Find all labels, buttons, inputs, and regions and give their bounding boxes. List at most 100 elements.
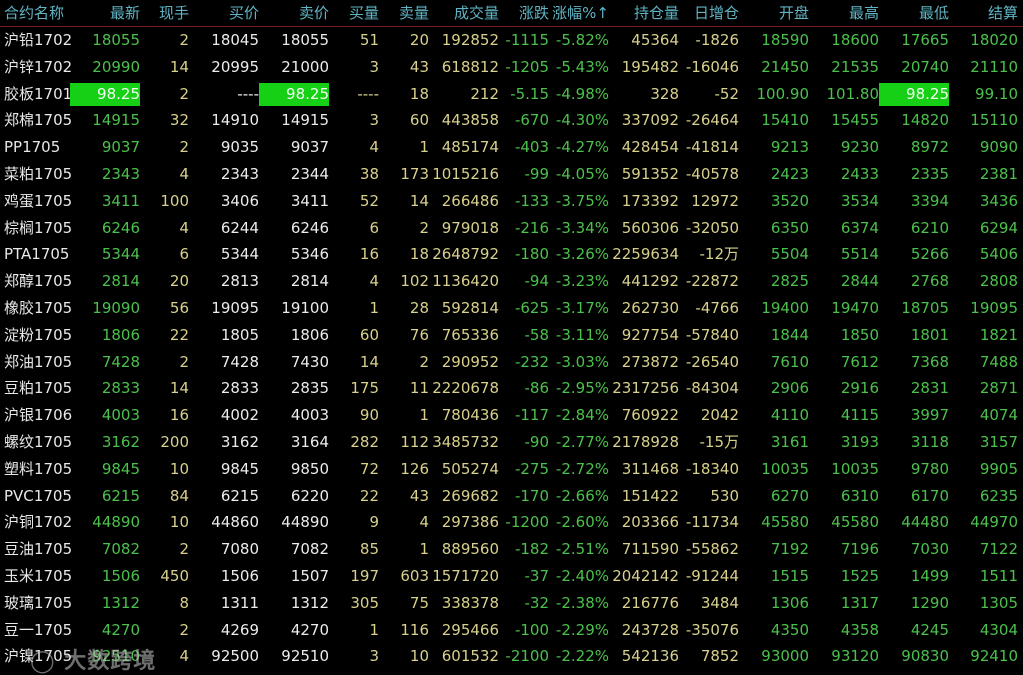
cell-low: 20740	[901, 57, 949, 76]
cell-ask-volume: 1	[419, 406, 429, 425]
cell-daily-oi-change: 7852	[700, 647, 739, 666]
cell-open-interest: 203366	[621, 513, 679, 532]
cell-ask-price: 9850	[290, 459, 329, 478]
table-row[interactable]: PTA1705 5344 6 5344 5346 16 18 2648792 -180 -3.26…	[0, 241, 1023, 268]
table-row[interactable]: 淀粉1705 1806 22 1805 1806 60 76 765336 -58 -3.11% 9…	[0, 322, 1023, 349]
cell-change-percent: -2.29%	[555, 620, 609, 639]
cell-daily-oi-change: 3484	[700, 593, 739, 612]
cell-bid-price: 1805	[220, 325, 259, 344]
cell-settlement: 1511	[979, 567, 1018, 585]
table-row[interactable]: 菜粕1705 2343 4 2343 2344 38 173 1015216 -99 -4.05%…	[0, 161, 1023, 188]
header-open[interactable]: 开盘	[739, 0, 809, 27]
cell-settlement: 9090	[979, 138, 1018, 157]
cell-current-volume: 6	[179, 245, 189, 264]
table-row[interactable]: 塑料1705 9845 10 9845 9850 72 126 505274 -275 -2.72…	[0, 456, 1023, 483]
header-volume[interactable]: 成交量	[429, 0, 499, 27]
cell-current-volume: 10	[169, 459, 189, 478]
table-row[interactable]: 鸡蛋1705 3411 100 3406 3411 52 14 266486 -133 -3.75…	[0, 188, 1023, 215]
header-contract-name[interactable]: 合约名称	[4, 0, 64, 27]
cell-ask-price: 6220	[290, 486, 329, 505]
cell-low: 90830	[901, 647, 949, 666]
table-row[interactable]: PVC1705 6215 84 6215 6220 22 43 269682 -170 -2.66…	[0, 483, 1023, 510]
cell-low: 18705	[901, 299, 949, 317]
cell-bid-volume: 6	[369, 218, 379, 237]
cell-settlement: 7122	[979, 540, 1018, 559]
header-high[interactable]: 最高	[809, 0, 879, 27]
cell-bid-price: 5344	[220, 245, 259, 264]
cell-change: -180	[514, 245, 549, 264]
table-row[interactable]: 胶板1701 98.25 2 ---- 98.25 ---- 18 212 -5.15 -4.98…	[0, 81, 1023, 108]
cell-ask-volume: 2	[419, 218, 429, 237]
table-row[interactable]: 郑醇1705 2814 20 2813 2814 4 102 1136420 -94 -3.23%…	[0, 268, 1023, 295]
cell-open-interest: 711590	[621, 540, 679, 559]
table-row[interactable]: 沪铜1702 44890 10 44860 44890 9 4 297386 -1200 -2.6…	[0, 509, 1023, 536]
cell-bid-volume: 1	[369, 620, 379, 639]
table-row[interactable]: PP1705 9037 2 9035 9037 4 1 485174 -403 -4.27% 428…	[0, 134, 1023, 161]
cell-ask-volume: 76	[409, 325, 429, 344]
cell-ask-price: 44890	[281, 513, 329, 532]
cell-change: -216	[514, 218, 549, 237]
table-row[interactable]: 豆一1705 4270 2 4269 4270 1 116 295466 -100 -2.29% 2…	[0, 617, 1023, 644]
table-row[interactable]: 棕榈1705 6246 4 6244 6246 6 2 979018 -216 -3.34% 560…	[0, 215, 1023, 242]
cell-daily-oi-change: 2042	[700, 406, 739, 425]
table-row[interactable]: 玉米1705 1506 450 1506 1507 197 603 1571720 -37 -2.…	[0, 563, 1023, 590]
header-bid-volume[interactable]: 买量	[334, 0, 379, 27]
cell-low: 4245	[910, 620, 949, 639]
cell-high: 7612	[840, 352, 879, 371]
cell-open: 5504	[770, 245, 809, 264]
cell-high: 15455	[831, 111, 879, 130]
table-row[interactable]: 豆粕1705 2833 14 2833 2835 175 11 2220678 -86 -2.95…	[0, 375, 1023, 402]
cell-bid-price: ----	[237, 84, 259, 103]
cell-bid-volume: 282	[350, 433, 379, 451]
header-change[interactable]: 涨跌	[499, 0, 549, 27]
header-ask-volume[interactable]: 卖量	[384, 0, 429, 27]
cell-change-percent: -4.05%	[555, 165, 609, 183]
header-change-percent[interactable]: 涨幅%↑	[549, 0, 609, 27]
header-current-volume[interactable]: 现手	[144, 0, 189, 27]
cell-open: 9213	[770, 138, 809, 157]
cell-volume: 1015216	[432, 165, 499, 183]
cell-ask-price: 1312	[290, 593, 329, 612]
cell-ask-volume: 112	[400, 433, 429, 451]
cell-change-percent: -5.82%	[555, 31, 609, 49]
cell-last-price: 4270	[101, 620, 140, 639]
cell-last-price: 9037	[101, 138, 140, 157]
cell-change-percent: -3.17%	[555, 299, 609, 317]
table-row[interactable]: 橡胶1705 19090 56 19095 19100 1 28 592814 -625 -3.1…	[0, 295, 1023, 322]
cell-ask-volume: 43	[409, 57, 429, 76]
cell-high: 4115	[840, 406, 879, 425]
table-row[interactable]: 豆油1705 7082 2 7080 7082 85 1 889560 -182 -2.51% 71…	[0, 536, 1023, 563]
cell-open-interest: 542136	[621, 647, 679, 666]
cell-change-percent: -3.11%	[555, 325, 609, 344]
header-daily-oi-change[interactable]: 日增仓	[677, 0, 739, 27]
header-ask-price[interactable]: 卖价	[259, 0, 329, 27]
cell-daily-oi-change: -1826	[695, 31, 739, 49]
cell-settlement: 21110	[970, 57, 1018, 76]
table-row[interactable]: 沪锌1702 20990 14 20995 21000 3 43 618812 -1205 -5.…	[0, 54, 1023, 81]
header-open-interest[interactable]: 持仓量	[609, 0, 679, 27]
header-settlement[interactable]: 结算	[948, 0, 1018, 27]
cell-last-price: 7428	[101, 352, 140, 371]
cell-ask-volume: 10	[409, 647, 429, 666]
table-row[interactable]: 郑油1705 7428 2 7428 7430 14 2 290952 -232 -3.03% 27…	[0, 349, 1023, 376]
cell-settlement: 2381	[979, 165, 1018, 183]
table-row[interactable]: 玻璃1705 1312 8 1311 1312 305 75 338378 -32 -2.38% 2…	[0, 590, 1023, 617]
cell-last-price: 2814	[101, 272, 140, 291]
cell-change: -232	[514, 352, 549, 371]
table-row[interactable]: 沪铅1702 18055 2 18045 18055 51 20 192852 -1115 -5.…	[0, 27, 1023, 54]
cell-open-interest: 216776	[621, 593, 679, 612]
header-low[interactable]: 最低	[879, 0, 949, 27]
header-bid-price[interactable]: 买价	[189, 0, 259, 27]
cell-change-percent: -2.72%	[555, 459, 609, 478]
cell-bid-volume: 1	[369, 299, 379, 317]
cell-low: 2831	[910, 379, 949, 398]
header-last-price[interactable]: 最新	[60, 0, 140, 27]
cell-open-interest: 591352	[621, 165, 679, 183]
table-row[interactable]: 螺纹1705 3162 200 3162 3164 282 112 3485732 -90 -2.…	[0, 429, 1023, 456]
table-row[interactable]: 郑棉1705 14915 32 14910 14915 3 60 443858 -670 -4.3…	[0, 107, 1023, 134]
cell-bid-volume: 85	[359, 540, 379, 559]
cell-current-volume: 4	[179, 218, 189, 237]
table-row[interactable]: 沪银1706 4003 16 4002 4003 90 1 780436 -117 -2.84% 7…	[0, 402, 1023, 429]
cell-change-percent: -4.30%	[555, 111, 609, 130]
cell-high: 21535	[831, 57, 879, 76]
